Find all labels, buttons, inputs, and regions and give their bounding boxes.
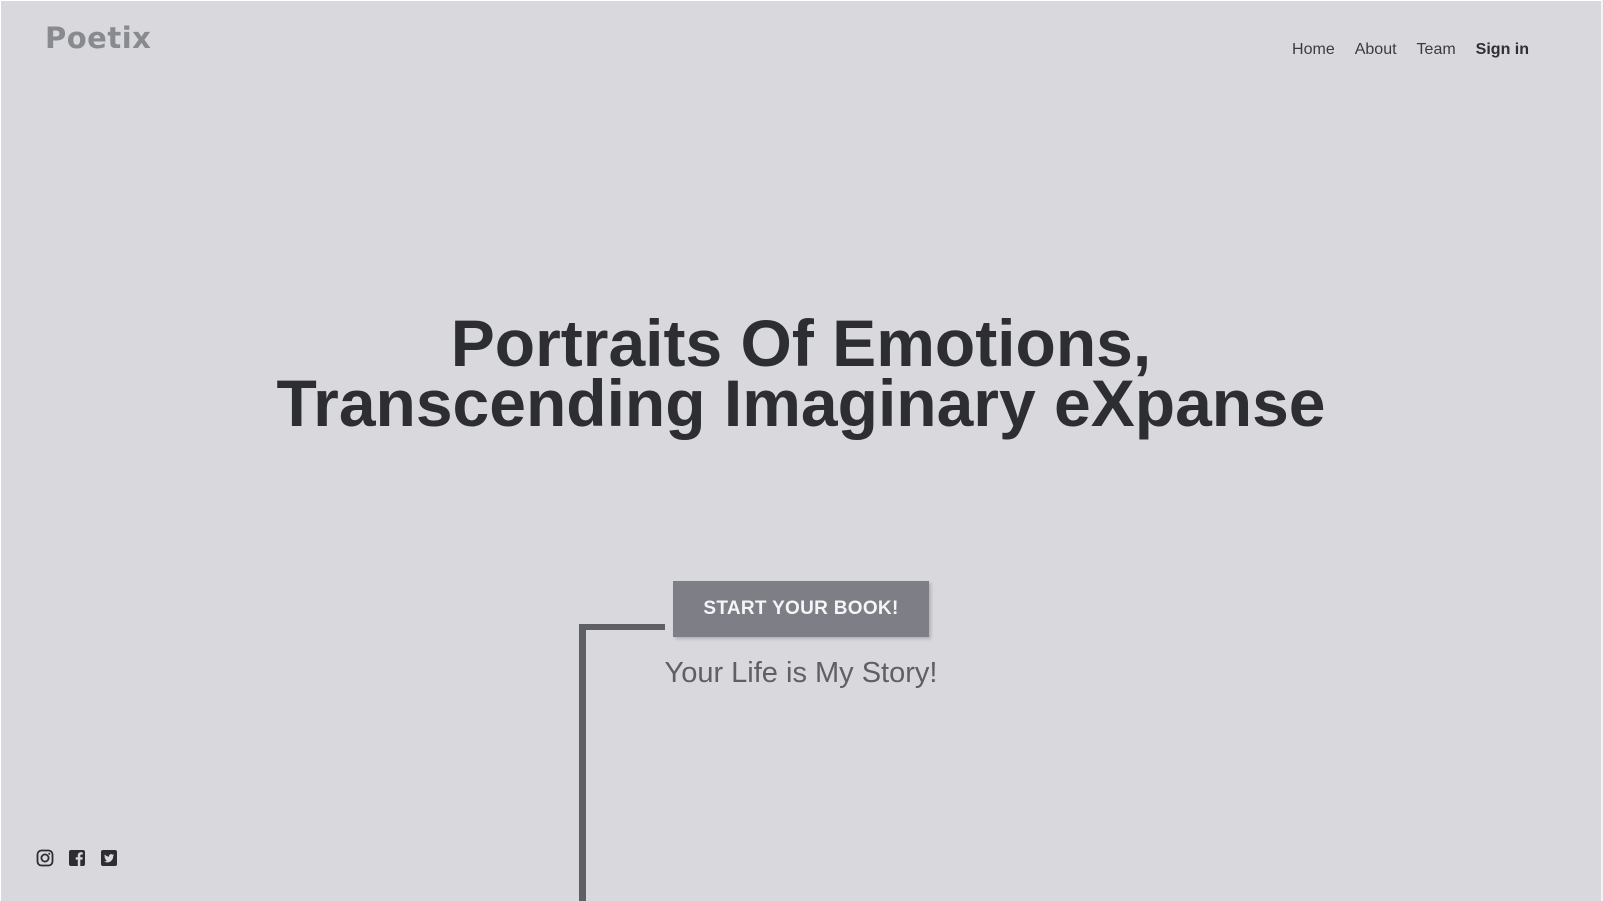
hero-title: Portraits Of Emotions, Transcending Imag… — [1, 306, 1601, 440]
top-nav: Home About Team Sign in — [1292, 41, 1529, 59]
landing-page: Poetix Home About Team Sign in Portraits… — [1, 1, 1601, 901]
start-your-book-button[interactable]: START YOUR BOOK! — [673, 581, 929, 637]
tagline: Your Life is My Story! — [664, 657, 938, 689]
hero-title-line-2: Transcending Imaginary eXpanse — [276, 366, 1326, 440]
nav-team-link[interactable]: Team — [1417, 41, 1456, 59]
nav-home-link[interactable]: Home — [1292, 41, 1335, 59]
instagram-icon[interactable] — [36, 849, 54, 867]
decorative-connector-horizontal — [579, 624, 665, 630]
nav-about-link[interactable]: About — [1355, 41, 1397, 59]
facebook-icon[interactable] — [68, 849, 86, 867]
twitter-icon[interactable] — [100, 849, 118, 867]
sign-in-link[interactable]: Sign in — [1476, 41, 1529, 59]
brand-logo[interactable]: Poetix — [45, 21, 151, 55]
social-links — [36, 849, 118, 867]
hero-title-line-1: Portraits Of Emotions, — [450, 306, 1152, 380]
